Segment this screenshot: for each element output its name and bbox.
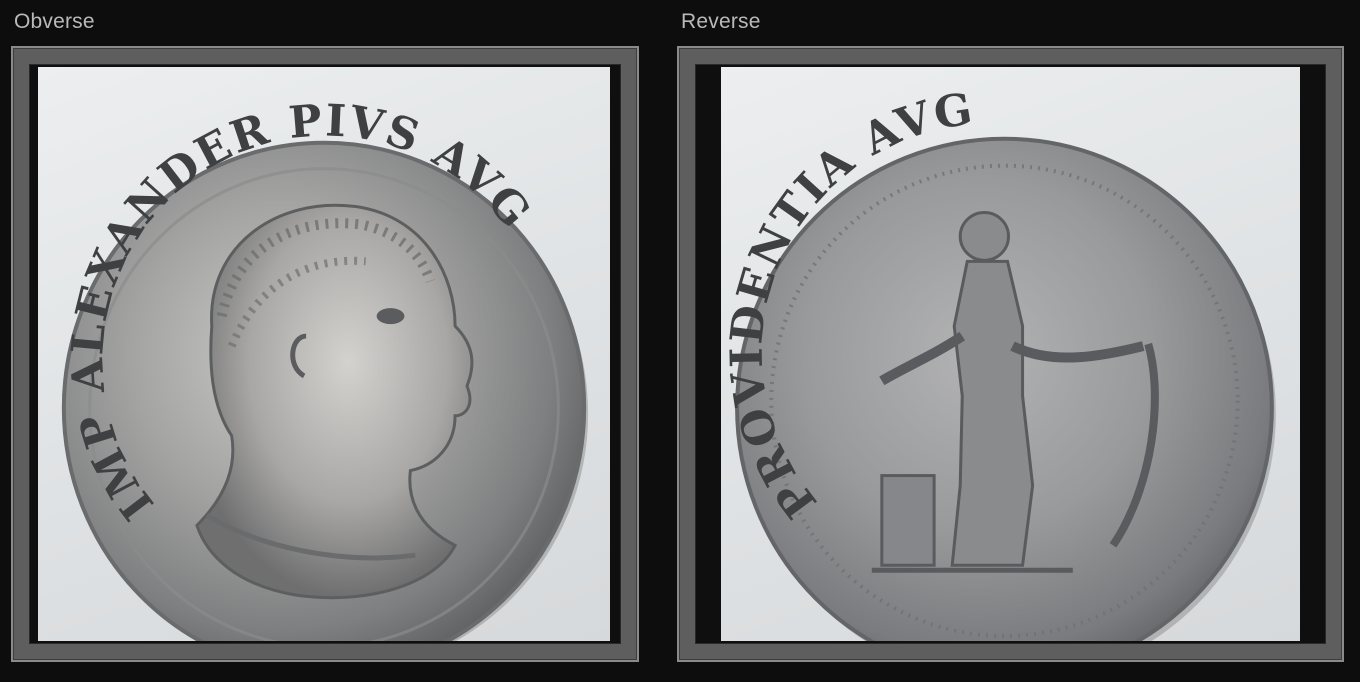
reverse-coin-photo[interactable]: PROVIDENTIA AVG — [721, 67, 1300, 641]
obverse-image-well: IMP ALEXANDER PIVS AVG — [30, 65, 620, 643]
reverse-frame: PROVIDENTIA AVG — [677, 46, 1344, 662]
obverse-coin-image: IMP ALEXANDER PIVS AVG — [61, 95, 589, 641]
reverse-image-well: PROVIDENTIA AVG — [696, 65, 1325, 643]
reverse-label: Reverse — [681, 10, 761, 33]
obverse-coin-photo[interactable]: IMP ALEXANDER PIVS AVG — [38, 67, 610, 641]
obverse-label: Obverse — [14, 10, 95, 33]
obverse-frame: IMP ALEXANDER PIVS AVG — [11, 46, 639, 662]
obverse-bust — [195, 203, 474, 600]
reverse-coin-image: PROVIDENTIA AVG — [721, 83, 1276, 641]
reverse-altar — [880, 474, 936, 567]
